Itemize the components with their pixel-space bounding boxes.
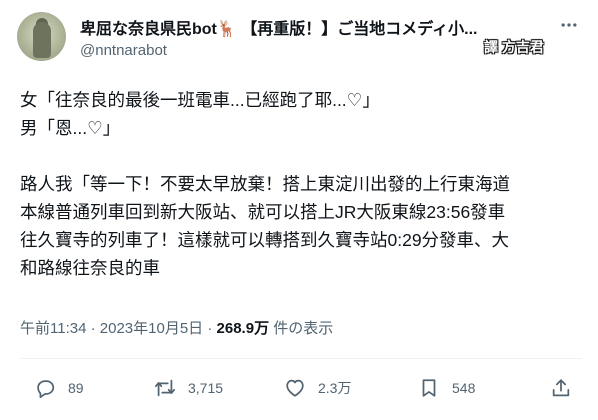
display-name[interactable]: 卑屈な奈良県民bot🦌 【再重版！】ご当地コメディ小... [80,15,530,39]
tweet-text: 女「往奈良的最後一班電車...已經跑了耶...♡」 男「恩...♡」 路人我「等… [20,86,585,282]
share-button[interactable] [550,373,584,403]
avatar-figure-body [33,22,51,58]
tweet-line-gap [20,142,585,170]
bookmark-button[interactable]: 548 [418,373,475,403]
share-icon [552,379,570,397]
bookmark-icon [422,379,436,397]
avatar[interactable] [17,12,66,61]
retweet-count: 3,715 [188,380,224,396]
views-count: 268.9万 [216,320,270,337]
divider [20,358,582,359]
more-icon [561,23,577,27]
translator-watermark: 譯 方吉君 [484,39,544,55]
tweet-line: 和路線往奈良的車 [20,258,160,278]
reply-count: 89 [68,380,84,396]
meta-separator: · [90,320,96,337]
meta-separator: · [207,320,213,337]
tweet-line: 往久寶寺的列車了！這樣就可以轉搭到久寶寺站0:29分發車、大 [20,230,510,250]
tweet-line: 男「恩...♡」 [20,118,121,138]
tweet: 卑屈な奈良県民bot🦌 【再重版！】ご当地コメディ小... @nntnarabo… [0,0,598,420]
display-name-suffix: 【再重版！】ご当地コメディ小... [241,21,478,38]
tweet-line: 女「往奈良的最後一班電車...已經跑了耶...♡」 [20,90,380,110]
retweet-button[interactable]: 3,715 [154,373,223,403]
heart-icon [286,379,304,397]
views-label: 件の表示 [273,320,334,337]
tweet-line: 本線普通列車回到新大阪站、就可以搭上JR大阪東線23:56發車 [20,202,506,222]
action-bar: 89 3,715 2.3万 548 [20,373,580,403]
user-handle[interactable]: @nntnarabot [80,42,167,59]
display-name-text: 卑屈な奈良県民bot [80,21,217,38]
tweet-time[interactable]: 午前11:34 [20,320,86,337]
reply-button[interactable]: 89 [34,373,84,403]
tweet-meta: 午前11:34 · 2023年10月5日 · 268.9万 件の表示 [20,317,333,338]
tweet-line: 路人我「等一下！不要太早放棄！搭上東淀川出發的上行東海道 [20,174,510,194]
reply-icon [37,380,55,399]
retweet-icon [154,379,176,397]
bookmark-count: 548 [452,380,476,396]
more-options-button[interactable] [556,12,582,38]
deer-emoji: 🦌 [216,21,237,38]
tweet-date[interactable]: 2023年10月5日 [100,320,203,337]
like-button[interactable]: 2.3万 [284,373,351,403]
like-count: 2.3万 [318,380,352,396]
